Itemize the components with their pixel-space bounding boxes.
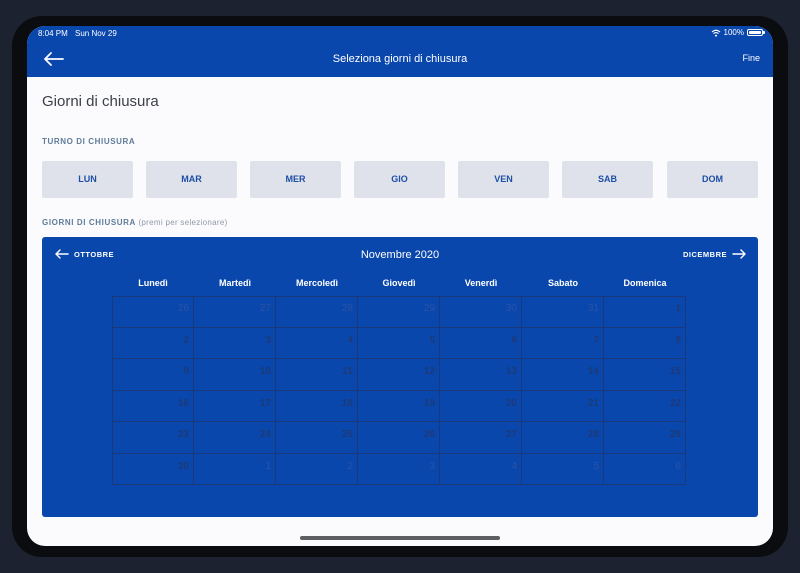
closing-days-label: GIORNI DI CHIUSURA (premi per selezionar… [42,218,228,227]
weekday-label: Sabato [547,278,578,288]
weekday-label: Martedì [218,278,251,288]
calendar: OTTOBRE Novembre 2020 DICEMBRE Lunedì Mar… [42,237,758,517]
calendar-day[interactable]: 13 [440,359,522,391]
day-button-sab[interactable]: SAB [562,161,653,198]
day-button-ven[interactable]: VEN [458,161,549,198]
day-button-gio[interactable]: GIO [354,161,445,198]
calendar-day-outside-month: 6 [604,453,686,485]
calendar-day[interactable]: 22 [604,390,686,422]
closing-days-title: GIORNI DI CHIUSURA [42,218,136,227]
calendar-day-outside-month: 3 [358,453,440,485]
next-month-label: DICEMBRE [682,249,727,259]
done-button[interactable]: Fine [742,53,760,63]
calendar-day-outside-month: 4 [440,453,522,485]
arrow-right-icon [732,249,746,259]
calendar-day-outside-month: 31 [522,296,604,328]
navigation-bar: Seleziona giorni di chiusura Fine [27,42,773,77]
calendar-day[interactable]: 5 [358,327,440,359]
calendar-day[interactable]: 2 [112,327,194,359]
calendar-day-outside-month: 26 [112,296,194,328]
calendar-day[interactable]: 20 [440,390,522,422]
day-button-lun[interactable]: LUN [42,161,133,198]
next-month-button[interactable]: DICEMBRE [683,249,746,259]
status-right: 100% [711,28,765,37]
calendar-day-outside-month: 30 [440,296,522,328]
weekday-label: Mercoledì [295,278,338,288]
nav-title: Seleziona giorni di chiusura [332,53,468,65]
closing-days-hint: (premi per selezionare) [138,218,228,227]
calendar-day[interactable]: 3 [194,327,276,359]
calendar-day[interactable]: 16 [112,390,194,422]
calendar-day-outside-month: 28 [276,296,358,328]
calendar-grid: 26 27 28 29 30 31 1 2 3 4 5 6 7 8 9 10 11 12 13 14 15 16 17 18 1… [112,296,686,485]
calendar-day[interactable]: 15 [604,359,686,391]
calendar-day-outside-month: 5 [522,453,604,485]
calendar-day[interactable]: 28 [522,422,604,454]
calendar-day[interactable]: 14 [522,359,604,391]
calendar-day[interactable]: 29 [604,422,686,454]
calendar-day[interactable]: 25 [276,422,358,454]
battery-icon [747,29,765,36]
calendar-day[interactable]: 17 [194,390,276,422]
weekday-label: Lunedì [138,278,168,288]
calendar-day[interactable]: 23 [112,422,194,454]
status-bar: 8:04 PM Sun Nov 29 100% [27,26,773,42]
page-title: Giorni di chiusura [42,93,159,110]
calendar-day[interactable]: 24 [194,422,276,454]
weekday-label: Domenica [623,278,667,288]
calendar-day[interactable]: 4 [276,327,358,359]
weekday-label: Venerdì [464,278,498,288]
calendar-day[interactable]: 11 [276,359,358,391]
day-button-dom[interactable]: DOM [667,161,758,198]
calendar-day-outside-month: 1 [194,453,276,485]
calendar-day[interactable]: 27 [440,422,522,454]
battery-percent: 100% [723,28,744,37]
calendar-day[interactable]: 10 [194,359,276,391]
calendar-day[interactable]: 19 [358,390,440,422]
weekday-label: Giovedì [382,278,416,288]
calendar-day[interactable]: 8 [604,327,686,359]
calendar-day[interactable]: 30 [112,453,194,485]
calendar-day[interactable]: 12 [358,359,440,391]
day-button-mar[interactable]: MAR [146,161,237,198]
wifi-icon [711,29,720,37]
calendar-day[interactable]: 1 [604,296,686,328]
calendar-day-outside-month: 27 [194,296,276,328]
calendar-day-outside-month: 2 [276,453,358,485]
calendar-day[interactable]: 21 [522,390,604,422]
closing-shift-label: TURNO DI CHIUSURA [42,137,136,146]
status-date: Sun Nov 29 [75,29,117,38]
home-indicator [300,536,500,540]
app-screen: 8:04 PM Sun Nov 29 100% Seleziona giorni… [27,26,773,546]
calendar-day[interactable]: 26 [358,422,440,454]
status-time: 8:04 PM [38,29,68,38]
day-button-mer[interactable]: MER [250,161,341,198]
calendar-day[interactable]: 6 [440,327,522,359]
calendar-day[interactable]: 9 [112,359,194,391]
calendar-day[interactable]: 18 [276,390,358,422]
calendar-day[interactable]: 7 [522,327,604,359]
calendar-day-outside-month: 29 [358,296,440,328]
calendar-month-title: Novembre 2020 [360,249,440,261]
